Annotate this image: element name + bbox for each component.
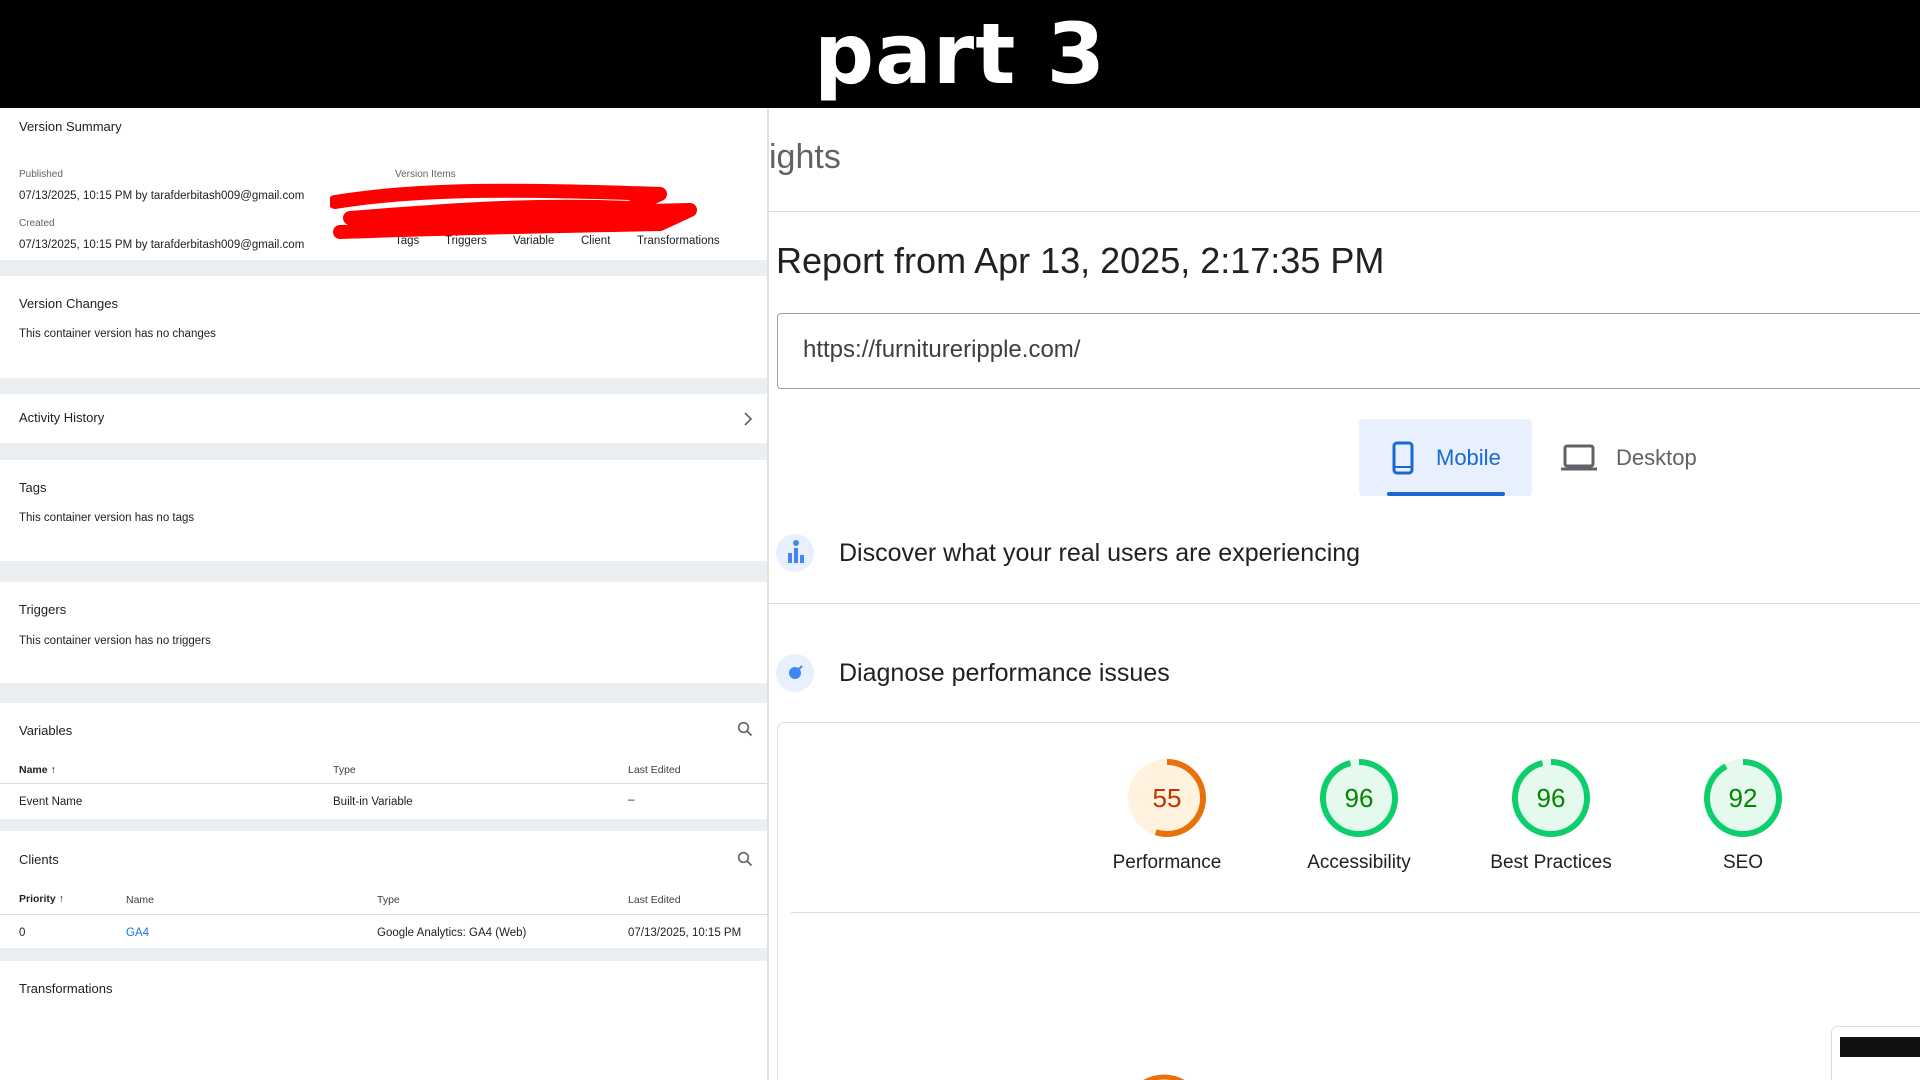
- triggers-title: Triggers: [19, 602, 67, 617]
- version-changes-text: This container version has no changes: [19, 328, 216, 340]
- score-label: Accessibility: [1307, 852, 1411, 873]
- partial-gauge-arc: [1143, 1074, 1185, 1080]
- banner-title: part 3: [813, 5, 1107, 103]
- clients-header-divider: [0, 914, 767, 915]
- score-gauge-seo[interactable]: 92 SEO: [1648, 758, 1838, 874]
- variable-row-type: Built-in Variable: [333, 796, 413, 808]
- version-changes-card: Version Changes This container version h…: [0, 276, 767, 378]
- section-real-users[interactable]: Discover what your real users are experi…: [769, 533, 1920, 593]
- variable-row-name[interactable]: Event Name: [19, 796, 82, 808]
- score-ring: 92: [1704, 759, 1782, 837]
- score-label: SEO: [1722, 852, 1764, 873]
- published-value: 07/13/2025, 10:15 PM by tarafderbitash00…: [19, 190, 305, 202]
- page-thumbnail: [1831, 1026, 1920, 1080]
- clients-card: Clients Priority ↑ Name Type Last Edited…: [0, 831, 767, 948]
- transformations-card: Transformations: [0, 961, 767, 1080]
- score-value: 96: [1345, 783, 1374, 813]
- users-chart-icon: [776, 534, 814, 572]
- url-input[interactable]: https://furnitureripple.com/: [777, 313, 1920, 389]
- score-value: 96: [1537, 783, 1566, 813]
- clients-search-icon[interactable]: [737, 851, 753, 867]
- variable-row-last-edited: –: [628, 794, 635, 806]
- version-summary-card: Version Summary Published 07/13/2025, 10…: [0, 108, 767, 260]
- score-ring: 96: [1320, 759, 1398, 837]
- tab-desktop[interactable]: Desktop: [1539, 419, 1719, 496]
- clients-col-last-edited: Last Edited: [628, 894, 681, 906]
- version-items-label: Version Items: [395, 169, 456, 180]
- pagespeed-panel: ights Report from Apr 13, 2025, 2:17:35 …: [767, 108, 1920, 1080]
- tags-title: Tags: [19, 480, 47, 495]
- variables-card: Variables Name ↑ Type Last Edited Event …: [0, 703, 767, 819]
- tab-mobile-label: Mobile: [1436, 445, 1501, 470]
- tab-mobile-active-indicator: [1387, 492, 1505, 496]
- sort-up-icon: ↑: [58, 893, 64, 905]
- score-ring: 96: [1512, 759, 1590, 837]
- client-row-type: Google Analytics: GA4 (Web): [377, 927, 527, 939]
- tab-desktop-label: Desktop: [1616, 445, 1697, 470]
- score-ring: 55: [1128, 759, 1206, 837]
- tab-mobile[interactable]: Mobile: [1359, 419, 1532, 496]
- score-label: Performance: [1112, 852, 1222, 873]
- variables-title: Variables: [19, 723, 73, 738]
- sort-up-icon: ↑: [50, 764, 56, 776]
- created-label: Created: [19, 218, 55, 229]
- section-diagnose[interactable]: Diagnose performance issues: [769, 653, 1920, 713]
- version-summary-title: Version Summary: [19, 119, 122, 134]
- clients-col-type: Type: [377, 894, 400, 906]
- mobile-phone-icon: [1392, 441, 1414, 475]
- header-divider: [769, 211, 1920, 212]
- diagnose-icon: [776, 654, 814, 692]
- variables-col-last-edited: Last Edited: [628, 764, 681, 776]
- variables-col-type: Type: [333, 764, 356, 776]
- gtm-panel: Version Summary Published 07/13/2025, 10…: [0, 108, 767, 1080]
- url-input-value: https://furnitureripple.com/: [803, 336, 1081, 363]
- variables-col-name[interactable]: Name ↑: [19, 764, 56, 776]
- score-value: 55: [1153, 783, 1182, 813]
- clients-col-name: Name: [126, 894, 155, 906]
- score-value: 92: [1729, 783, 1758, 813]
- pagespeed-header-fragment: ights: [769, 138, 841, 176]
- laptop-icon: [1561, 444, 1597, 471]
- tags-card: Tags This container version has no tags: [0, 460, 767, 561]
- chevron-right-icon[interactable]: [743, 412, 753, 426]
- client-row-name-link[interactable]: GA4: [126, 927, 149, 939]
- score-gauge-best-practices[interactable]: 96 Best Practices: [1456, 758, 1646, 874]
- score-label: Best Practices: [1490, 852, 1612, 873]
- section-real-users-label: Discover what your real users are experi…: [839, 539, 1361, 567]
- triggers-empty-text: This container version has no triggers: [19, 635, 211, 647]
- redaction-scribble: [330, 183, 697, 239]
- client-row-last-edited: 07/13/2025, 10:15 PM: [628, 927, 742, 939]
- activity-history-row[interactable]: Activity History: [0, 394, 767, 443]
- variables-search-icon[interactable]: [737, 721, 753, 737]
- scores-divider: [791, 912, 1920, 913]
- transformations-title: Transformations: [19, 981, 113, 996]
- client-row-priority: 0: [19, 927, 26, 939]
- version-changes-title: Version Changes: [19, 296, 119, 311]
- created-value: 07/13/2025, 10:15 PM by tarafderbitash00…: [19, 239, 305, 251]
- section-divider: [769, 603, 1920, 604]
- score-gauge-accessibility[interactable]: 96 Accessibility: [1264, 758, 1454, 874]
- published-label: Published: [19, 169, 63, 180]
- activity-history-title: Activity History: [19, 410, 105, 425]
- page-thumbnail-header: [1840, 1037, 1920, 1057]
- clients-col-priority[interactable]: Priority ↑: [19, 893, 64, 905]
- triggers-card: Triggers This container version has no t…: [0, 582, 767, 683]
- score-gauge-performance[interactable]: 55 Performance: [1072, 758, 1262, 874]
- section-diagnose-label: Diagnose performance issues: [839, 659, 1170, 687]
- report-title: Report from Apr 13, 2025, 2:17:35 PM: [776, 240, 1385, 281]
- variables-header-divider: [0, 783, 767, 784]
- banner: part 3: [0, 0, 1920, 108]
- clients-title: Clients: [19, 852, 59, 867]
- tags-empty-text: This container version has no tags: [19, 512, 195, 524]
